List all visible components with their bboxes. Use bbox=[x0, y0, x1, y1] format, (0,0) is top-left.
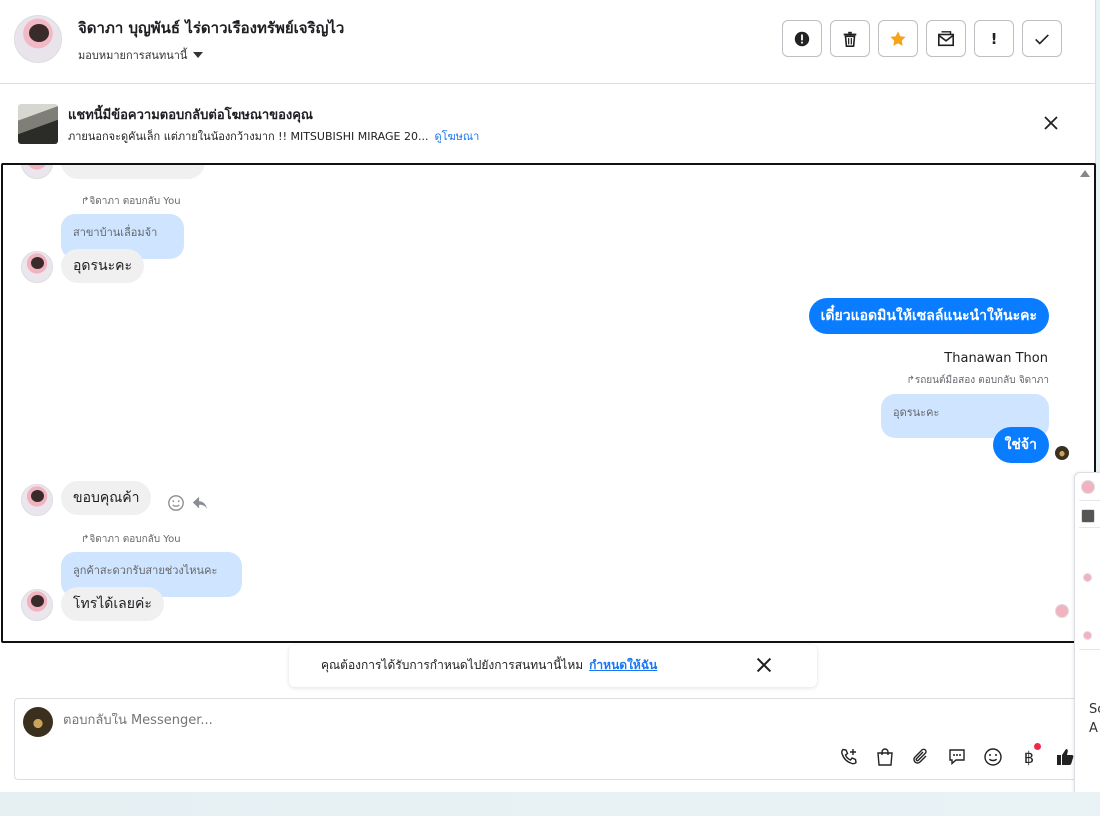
attach-icon bbox=[913, 748, 927, 764]
check-icon bbox=[1035, 33, 1049, 45]
message-composer: ฿ bbox=[14, 698, 1084, 780]
baht-icon: ฿ bbox=[1023, 747, 1035, 767]
page-avatar bbox=[23, 707, 53, 737]
divider bbox=[1079, 500, 1100, 501]
chat-bubble-icon bbox=[949, 749, 965, 766]
report-icon bbox=[794, 31, 810, 46]
shop-bag-icon bbox=[877, 748, 893, 766]
notification-dot bbox=[1034, 743, 1041, 750]
incoming-message[interactable]: ขอบคุณค้า bbox=[61, 481, 152, 515]
close-icon[interactable] bbox=[755, 656, 773, 674]
incoming-message[interactable]: อุดรนะคะ bbox=[61, 249, 144, 283]
payment-button[interactable]: ฿ bbox=[1017, 743, 1041, 769]
star-icon bbox=[890, 30, 906, 46]
reply-meta: ↱รถยนต์มือสอง ตอบกลับ จิดาภา bbox=[906, 375, 1049, 386]
assign-conversation-dropdown[interactable]: มอบหมายการสนทนานี้ bbox=[78, 46, 204, 64]
composer-toolbar: ฿ bbox=[837, 743, 1077, 769]
incoming-message[interactable]: โทรได้เลยค่ะ bbox=[61, 587, 164, 621]
delete-button[interactable] bbox=[830, 20, 870, 57]
ad-description-text: ภายนอกจะดูคันเล็ก แต่ภายในน้องกว้างมาก !… bbox=[68, 130, 429, 143]
star-button[interactable] bbox=[878, 20, 918, 57]
attach-button[interactable] bbox=[909, 745, 933, 769]
caret-down-icon bbox=[193, 52, 204, 58]
contact-avatar[interactable] bbox=[14, 15, 62, 63]
scroll-up-arrow-icon[interactable] bbox=[1080, 170, 1090, 177]
assign-suggestion-text: คุณต้องการได้รับการกำหนดไปยังการสนทนานี้… bbox=[321, 658, 658, 672]
contact-message-avatar bbox=[21, 251, 53, 283]
assign-to-me-link[interactable]: กำหนดให้ฉัน bbox=[589, 658, 657, 672]
reply-meta: ↱จิดาภา ตอบกลับ You bbox=[81, 196, 181, 207]
mark-unread-icon bbox=[937, 30, 955, 46]
saved-replies-button[interactable] bbox=[945, 745, 969, 769]
reply-meta: ↱จิดาภา ตอบกลับ You bbox=[81, 534, 181, 545]
page-bottom-strip bbox=[0, 792, 1100, 816]
done-button[interactable] bbox=[1022, 20, 1062, 57]
ad-reply-banner: แชทนี้มีข้อความตอบกลับต่อโฆษณาของคุณ ภาย… bbox=[0, 84, 1096, 162]
contact-name[interactable]: จิดาภา บุญพันธ์ ไร่ดาวเรืองทรัพย์เจริญไว bbox=[78, 16, 344, 40]
view-ad-link[interactable]: ดูโฆษณา bbox=[434, 130, 479, 143]
emoji-button[interactable] bbox=[981, 745, 1005, 769]
page-seen-avatar bbox=[1055, 446, 1069, 460]
inbox-conversation-pane: จิดาภา บุญพันธ์ ไร่ดาวเรืองทรัพย์เจริญไว… bbox=[0, 0, 1096, 792]
emoji-icon bbox=[984, 748, 1002, 766]
trash-icon bbox=[843, 31, 857, 47]
peek-avatar bbox=[1081, 480, 1095, 494]
message-thread[interactable]: ↱จิดาภา ตอบกลับ You สาขาบ้านเลื่อมจ้า อุ… bbox=[1, 163, 1096, 643]
contact-message-avatar bbox=[21, 484, 53, 516]
report-button[interactable] bbox=[782, 20, 822, 57]
contact-message-avatar bbox=[21, 589, 53, 621]
ad-thumbnail[interactable] bbox=[18, 104, 58, 144]
reply-input[interactable] bbox=[63, 713, 763, 728]
call-button[interactable] bbox=[837, 745, 861, 769]
outgoing-sender-name: Thanawan Thon bbox=[944, 351, 1048, 366]
assign-label: มอบหมายการสนทนานี้ bbox=[78, 49, 188, 62]
shop-button[interactable] bbox=[873, 745, 897, 769]
header-actions: ! bbox=[782, 20, 1062, 57]
peek-avatar bbox=[1083, 573, 1092, 582]
outgoing-message[interactable]: เดี๋ยวแอดมินให้เซลล์แนะนำให้นะคะ bbox=[808, 298, 1049, 334]
outgoing-message[interactable]: ใช่จ้า bbox=[992, 427, 1049, 463]
divider bbox=[1079, 527, 1100, 528]
peek-thumbnail bbox=[1081, 509, 1095, 523]
emoji-react-icon[interactable] bbox=[167, 494, 185, 512]
message-bubble-cut-off bbox=[61, 165, 205, 179]
side-peek-panel[interactable]: Sc A bbox=[1074, 472, 1100, 804]
peek-text: A bbox=[1089, 721, 1098, 736]
assign-suggestion-bar: คุณต้องการได้รับการกำหนดไปยังการสนทนานี้… bbox=[289, 645, 817, 687]
close-icon bbox=[1044, 116, 1058, 130]
call-add-icon bbox=[841, 748, 857, 765]
mark-unread-button[interactable] bbox=[926, 20, 966, 57]
important-icon: ! bbox=[990, 29, 998, 48]
peek-text: Sc bbox=[1089, 702, 1100, 717]
conversation-header: จิดาภา บุญพันธ์ ไร่ดาวเรืองทรัพย์เจริญไว… bbox=[0, 0, 1096, 84]
ad-banner-description: ภายนอกจะดูคันเล็ก แต่ภายในน้องกว้างมาก !… bbox=[68, 127, 479, 145]
ad-banner-title: แชทนี้มีข้อความตอบกลับต่อโฆษณาของคุณ bbox=[68, 108, 313, 123]
peek-avatar bbox=[1083, 631, 1092, 640]
divider bbox=[1079, 649, 1100, 650]
contact-seen-avatar bbox=[1055, 604, 1069, 618]
important-button[interactable]: ! bbox=[974, 20, 1014, 57]
close-banner-button[interactable] bbox=[1040, 112, 1062, 134]
contact-message-avatar bbox=[21, 165, 53, 179]
thumbs-up-icon bbox=[1057, 749, 1074, 765]
reply-arrow-icon[interactable] bbox=[191, 494, 209, 512]
